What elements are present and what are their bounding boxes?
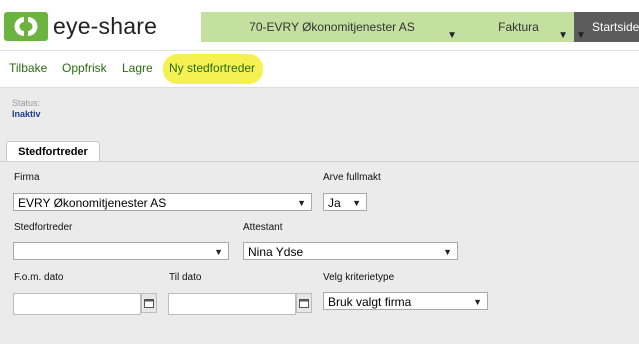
status-label: Status: bbox=[12, 98, 41, 108]
chevron-down-icon: ▼ bbox=[297, 198, 306, 208]
status-value: Inaktiv bbox=[12, 109, 41, 119]
breadcrumb-section-label: Faktura bbox=[498, 20, 539, 34]
kriterietype-label: Velg kriterietype bbox=[323, 272, 395, 283]
breadcrumb-company[interactable]: 70-EVRY Økonomitjenester AS ▼ bbox=[201, 12, 463, 42]
attestant-select[interactable]: Nina Ydse ▼ bbox=[243, 242, 458, 260]
breadcrumb-section[interactable]: Faktura ▼ bbox=[463, 12, 574, 42]
kriterietype-value: Bruk valgt firma bbox=[328, 295, 412, 309]
chevron-down-icon: ▼ bbox=[473, 297, 482, 307]
brand[interactable]: eye-share bbox=[4, 12, 157, 41]
attestant-value: Nina Ydse bbox=[248, 245, 304, 259]
breadcrumb-arrow-icon: ▼ bbox=[447, 30, 457, 41]
arve-fullmakt-value: Ja bbox=[328, 196, 341, 210]
toolbar: Tilbake Oppfrisk Lagre Ny stedfortreder bbox=[0, 50, 639, 88]
stedfortreder-label: Stedfortreder bbox=[14, 222, 73, 233]
brand-name: eye-share bbox=[53, 13, 158, 39]
chevron-down-icon: ▼ bbox=[352, 198, 361, 208]
arve-fullmakt-select[interactable]: Ja ▼ bbox=[323, 193, 367, 211]
new-substitute-button[interactable]: Ny stedfortreder bbox=[169, 61, 255, 75]
til-dato-label: Til dato bbox=[169, 272, 202, 283]
firma-select[interactable]: EVRY Økonomitjenester AS ▼ bbox=[13, 193, 312, 211]
chevron-down-icon: ▼ bbox=[443, 247, 452, 257]
stedfortreder-select[interactable]: ▼ bbox=[13, 242, 229, 260]
tab-divider bbox=[0, 161, 639, 162]
breadcrumb-arrow-icon: ▼ bbox=[558, 30, 568, 41]
til-dato-input[interactable] bbox=[168, 293, 296, 315]
breadcrumb: 70-EVRY Økonomitjenester AS ▼ Faktura ▼ … bbox=[201, 12, 639, 42]
refresh-button[interactable]: Oppfrisk bbox=[62, 61, 107, 75]
chevron-down-icon: ▼ bbox=[214, 247, 223, 257]
calendar-icon[interactable] bbox=[296, 293, 312, 313]
back-button[interactable]: Tilbake bbox=[9, 61, 47, 75]
eye-share-logo-icon bbox=[4, 12, 48, 41]
attestant-label: Attestant bbox=[243, 222, 283, 233]
fom-dato-input[interactable] bbox=[13, 293, 141, 315]
breadcrumb-home-label: Startside bbox=[592, 20, 639, 34]
arve-fullmakt-label: Arve fullmakt bbox=[323, 172, 381, 183]
breadcrumb-home[interactable]: ▼ Startside bbox=[574, 12, 639, 42]
breadcrumb-company-label: 70-EVRY Økonomitjenester AS bbox=[249, 20, 415, 34]
breadcrumb-arrow-icon: ▼ bbox=[576, 30, 586, 41]
tab-stedfortreder[interactable]: Stedfortreder bbox=[6, 141, 100, 162]
app-header: eye-share 70-EVRY Økonomitjenester AS ▼ … bbox=[0, 0, 639, 50]
calendar-icon[interactable] bbox=[141, 293, 157, 313]
kriterietype-select[interactable]: Bruk valgt firma ▼ bbox=[323, 292, 488, 310]
firma-value: EVRY Økonomitjenester AS bbox=[18, 196, 167, 210]
firma-label: Firma bbox=[14, 172, 40, 183]
fom-dato-label: F.o.m. dato bbox=[14, 272, 64, 283]
save-button[interactable]: Lagre bbox=[122, 61, 153, 75]
